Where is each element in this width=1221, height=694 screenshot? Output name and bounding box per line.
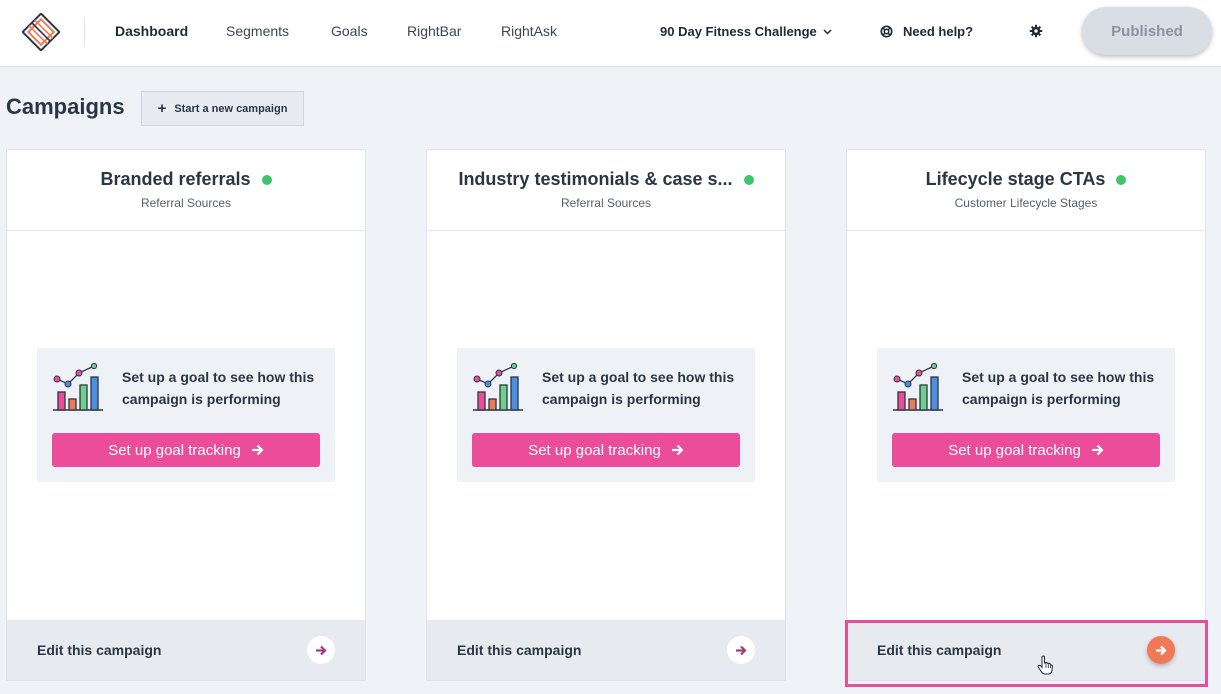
arrow-right-icon (736, 645, 747, 655)
bar-chart-icon (473, 363, 523, 411)
card-subtitle: Referral Sources (140, 196, 232, 210)
hand-cursor-icon (1037, 655, 1053, 675)
setup-goal-tracking-label: Set up goal tracking (108, 441, 241, 459)
start-new-campaign-button[interactable]: + Start a new campaign (141, 91, 304, 126)
start-new-campaign-label: Start a new campaign (174, 102, 288, 115)
chevron-down-icon (823, 28, 832, 35)
card-title: Lifecycle stage CTAs (925, 169, 1106, 189)
help-link[interactable]: Need help? (880, 24, 973, 39)
card-header: Branded referrals Referral Sources (7, 150, 365, 231)
card-title: Branded referrals (100, 169, 251, 189)
arrow-right-icon (1091, 444, 1104, 456)
nav-link-rightask[interactable]: RightAsk (501, 23, 557, 39)
arrow-right-icon (251, 444, 264, 456)
top-navigation: Dashboard Segments Goals RightBar RightA… (0, 0, 1221, 67)
goal-prompt-text: Set up a goal to see how this campaign i… (122, 369, 315, 407)
arrow-right-icon (671, 444, 684, 456)
goal-prompt: Set up a goal to see how this campaign i… (877, 348, 1175, 482)
edit-arrow-button[interactable] (727, 636, 755, 664)
edit-arrow-button[interactable] (307, 636, 335, 664)
gear-icon[interactable] (1029, 24, 1043, 38)
plus-icon: + (157, 100, 167, 117)
setup-goal-tracking-label: Set up goal tracking (528, 441, 661, 459)
page-title: Campaigns (6, 94, 125, 119)
card-header: Industry testimonials & case s... Referr… (427, 150, 785, 231)
status-dot-icon (743, 174, 754, 185)
help-label: Need help? (903, 24, 974, 39)
project-name: 90 Day Fitness Challenge (660, 24, 817, 39)
goal-prompt-text: Set up a goal to see how this campaign i… (962, 369, 1155, 407)
edit-campaign-footer[interactable]: Edit this campaign (847, 620, 1205, 680)
published-button[interactable]: Published (1082, 7, 1212, 55)
setup-goal-tracking-button[interactable]: Set up goal tracking (472, 433, 740, 467)
status-dot-icon (261, 174, 272, 185)
nav-divider (84, 17, 85, 47)
card-header: Lifecycle stage CTAs Customer Lifecycle … (847, 150, 1205, 231)
setup-goal-tracking-label: Set up goal tracking (948, 441, 1081, 459)
goal-prompt: Set up a goal to see how this campaign i… (457, 348, 755, 482)
project-selector[interactable]: 90 Day Fitness Challenge (660, 24, 832, 39)
edit-campaign-link[interactable]: Edit this campaign (877, 642, 1001, 658)
nav-link-dashboard[interactable]: Dashboard (115, 23, 188, 39)
goal-prompt: Set up a goal to see how this campaign i… (37, 348, 335, 482)
edit-campaign-link[interactable]: Edit this campaign (37, 642, 161, 658)
setup-goal-tracking-button[interactable]: Set up goal tracking (892, 433, 1160, 467)
campaign-card: Branded referrals Referral Sources Set u… (6, 149, 366, 681)
setup-goal-tracking-button[interactable]: Set up goal tracking (52, 433, 320, 467)
lifebuoy-icon (880, 25, 893, 38)
edit-campaign-footer[interactable]: Edit this campaign (427, 620, 785, 680)
status-dot-icon (1116, 174, 1127, 185)
nav-link-rightbar[interactable]: RightBar (407, 23, 461, 39)
arrow-right-icon (1156, 645, 1167, 655)
edit-campaign-footer[interactable]: Edit this campaign (7, 620, 365, 680)
nav-link-goals[interactable]: Goals (331, 23, 368, 39)
nav-link-segments[interactable]: Segments (226, 23, 289, 39)
arrow-right-icon (316, 645, 327, 655)
edit-campaign-link[interactable]: Edit this campaign (457, 642, 581, 658)
logo-icon[interactable] (22, 13, 60, 51)
goal-prompt-text: Set up a goal to see how this campaign i… (542, 369, 735, 407)
card-subtitle: Referral Sources (560, 196, 652, 210)
edit-arrow-button[interactable] (1147, 636, 1175, 664)
campaign-card: Industry testimonials & case s... Referr… (426, 149, 786, 681)
bar-chart-icon (893, 363, 943, 411)
bar-chart-icon (53, 363, 103, 411)
card-title: Industry testimonials & case s... (458, 169, 733, 189)
campaign-card: Lifecycle stage CTAs Customer Lifecycle … (846, 149, 1206, 681)
card-subtitle: Customer Lifecycle Stages (954, 196, 1098, 210)
